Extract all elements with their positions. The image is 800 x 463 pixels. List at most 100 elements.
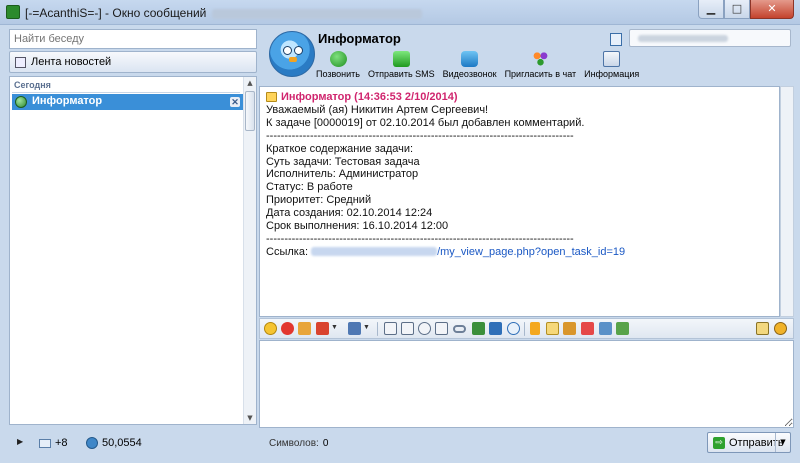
conversation-list-scrollbar[interactable]: ▲ ▼: [243, 77, 256, 424]
balance-value: 50,0554: [102, 437, 142, 449]
history-icon[interactable]: [616, 322, 629, 335]
send-button[interactable]: ⇨ Отправить ▼: [707, 432, 791, 453]
message-header: Информатор (14:36:53 2/10/2014): [266, 91, 625, 104]
maximize-button[interactable]: □: [724, 0, 750, 19]
scroll-up-icon[interactable]: ▲: [244, 77, 256, 89]
bold-icon[interactable]: [384, 322, 397, 335]
info-icon: [603, 51, 621, 67]
message-icon: [266, 92, 277, 103]
char-counter: Символов: 0: [269, 438, 328, 449]
scroll-down-icon[interactable]: ▼: [244, 412, 256, 424]
link-icon[interactable]: [453, 325, 466, 333]
send-options-dropdown-icon[interactable]: ▼: [775, 433, 790, 452]
more-icon[interactable]: [507, 322, 520, 335]
notes-icon[interactable]: [610, 33, 622, 46]
info-label: Информация: [584, 69, 640, 79]
archive-icon[interactable]: [563, 322, 576, 335]
strikethrough-icon[interactable]: [418, 322, 431, 335]
smiley-icon[interactable]: [264, 322, 277, 335]
task-link[interactable]: /my_view_page.php?open_task_id=19: [437, 246, 625, 258]
avatar: [269, 31, 315, 77]
contact-status-icon: [15, 96, 27, 108]
folder-icon[interactable]: [546, 322, 559, 335]
message-sender-time: Информатор (14:36:53 2/10/2014): [281, 91, 458, 103]
calendar-dropdown-icon[interactable]: ▼: [331, 324, 339, 337]
mail-icon[interactable]: [39, 439, 51, 448]
invite-to-chat-button[interactable]: Пригласить в чат: [504, 51, 577, 79]
message-line: Краткое содержание задачи:: [266, 142, 414, 155]
save-dropdown-icon[interactable]: ▼: [363, 324, 371, 337]
balance-icon: [86, 437, 98, 449]
redacted-address: [638, 35, 728, 42]
avatar-eye-left: [283, 46, 292, 55]
avatar-beak: [289, 57, 297, 62]
message-line: Статус: В работе: [266, 181, 353, 194]
call-button[interactable]: Позвонить: [316, 51, 360, 79]
title-bar: [-=AcanthiS=-] - Окно сообщений ▁ □ ✕: [0, 0, 800, 25]
message-history-scrollbar[interactable]: [780, 86, 794, 317]
invite-icon: [531, 51, 549, 67]
toolbar-separator: [524, 322, 525, 336]
flowers-icon[interactable]: [281, 322, 294, 335]
formatting-toolbar: ▼ ▼: [259, 318, 794, 339]
char-counter-label: Символов:: [269, 438, 319, 449]
composer-footer: Символов: 0 ⇨ Отправить ▼: [259, 430, 794, 456]
message-line: Суть задачи: Тестовая задача: [266, 155, 420, 168]
scrollbar-thumb[interactable]: [245, 91, 255, 131]
calendar-icon[interactable]: [316, 322, 329, 335]
message-link-line: Ссылка: /my_view_page.php?open_task_id=1…: [266, 246, 625, 259]
group-divider: [12, 92, 240, 93]
title-redacted: [212, 8, 423, 19]
message-line: Дата создания: 02.10.2014 12:24: [266, 207, 433, 220]
quote-icon[interactable]: [530, 322, 540, 335]
image-icon[interactable]: [472, 322, 485, 335]
close-button[interactable]: ✕: [750, 0, 794, 19]
toolbar-separator: [377, 322, 378, 336]
invite-label: Пригласить в чат: [504, 69, 577, 79]
gifts-icon[interactable]: [298, 322, 311, 335]
send-arrow-icon: ⇨: [713, 437, 725, 449]
message-history[interactable]: Информатор (14:36:53 2/10/2014) Уважаемы…: [259, 86, 780, 317]
conversation-list: Сегодня Информатор ✕ ▲ ▼: [9, 76, 257, 425]
spellcheck-icon[interactable]: [756, 322, 769, 335]
save-icon[interactable]: [348, 322, 361, 335]
sidebar-status-bar: ▶ +8 50,0554: [6, 431, 258, 456]
minimize-button[interactable]: ▁: [698, 0, 724, 19]
video-call-label: Видеозвонок: [442, 69, 497, 79]
contact-address-field[interactable]: [629, 29, 791, 47]
list-icon[interactable]: [489, 322, 502, 335]
conversation-search-input[interactable]: [9, 29, 257, 49]
group-label-today: Сегодня: [14, 80, 51, 90]
contact-actions: Позвонить Отправить SMS Видеозвонок Приг…: [316, 51, 647, 79]
phone-icon: [329, 51, 347, 67]
sms-icon: [392, 51, 410, 67]
sort-icon[interactable]: [599, 322, 612, 335]
chat-panel: Информатор Позвонить Отправить SMS Видео…: [259, 27, 794, 456]
italic-icon[interactable]: [401, 322, 414, 335]
expand-icon[interactable]: ▶: [17, 437, 23, 446]
link-label: Ссылка:: [266, 245, 308, 258]
redacted-link-host[interactable]: [311, 247, 438, 257]
message-line: Приоритет: Средний: [266, 194, 372, 207]
close-chat-icon[interactable]: [581, 322, 594, 335]
news-feed-label: Лента новостей: [31, 56, 112, 68]
window-title: [-=AcanthiS=-] - Окно сообщений: [25, 6, 423, 20]
conversation-item[interactable]: Информатор ✕: [12, 94, 243, 110]
message-line: Уважаемый (ая) Никитин Артем Сергеевич!: [266, 103, 489, 116]
underline-icon[interactable]: [435, 322, 448, 335]
close-conversation-icon[interactable]: ✕: [230, 97, 240, 107]
settings-icon[interactable]: [774, 322, 787, 335]
message: Информатор (14:36:53 2/10/2014) Уважаемы…: [266, 91, 625, 259]
app-icon: [6, 5, 20, 19]
char-count-value: 0: [322, 438, 329, 449]
message-input[interactable]: [259, 340, 794, 428]
mail-count: +8: [55, 437, 68, 449]
avatar-eye-right: [294, 46, 303, 55]
send-sms-button[interactable]: Отправить SMS: [368, 51, 435, 79]
video-call-button[interactable]: Видеозвонок: [443, 51, 497, 79]
message-line: Исполнитель: Администратор: [266, 168, 419, 181]
message-divider-line: ----------------------------------------…: [266, 232, 574, 245]
news-feed-button[interactable]: Лента новостей: [9, 51, 257, 73]
info-button[interactable]: Информация: [584, 51, 639, 79]
video-icon: [461, 51, 479, 67]
